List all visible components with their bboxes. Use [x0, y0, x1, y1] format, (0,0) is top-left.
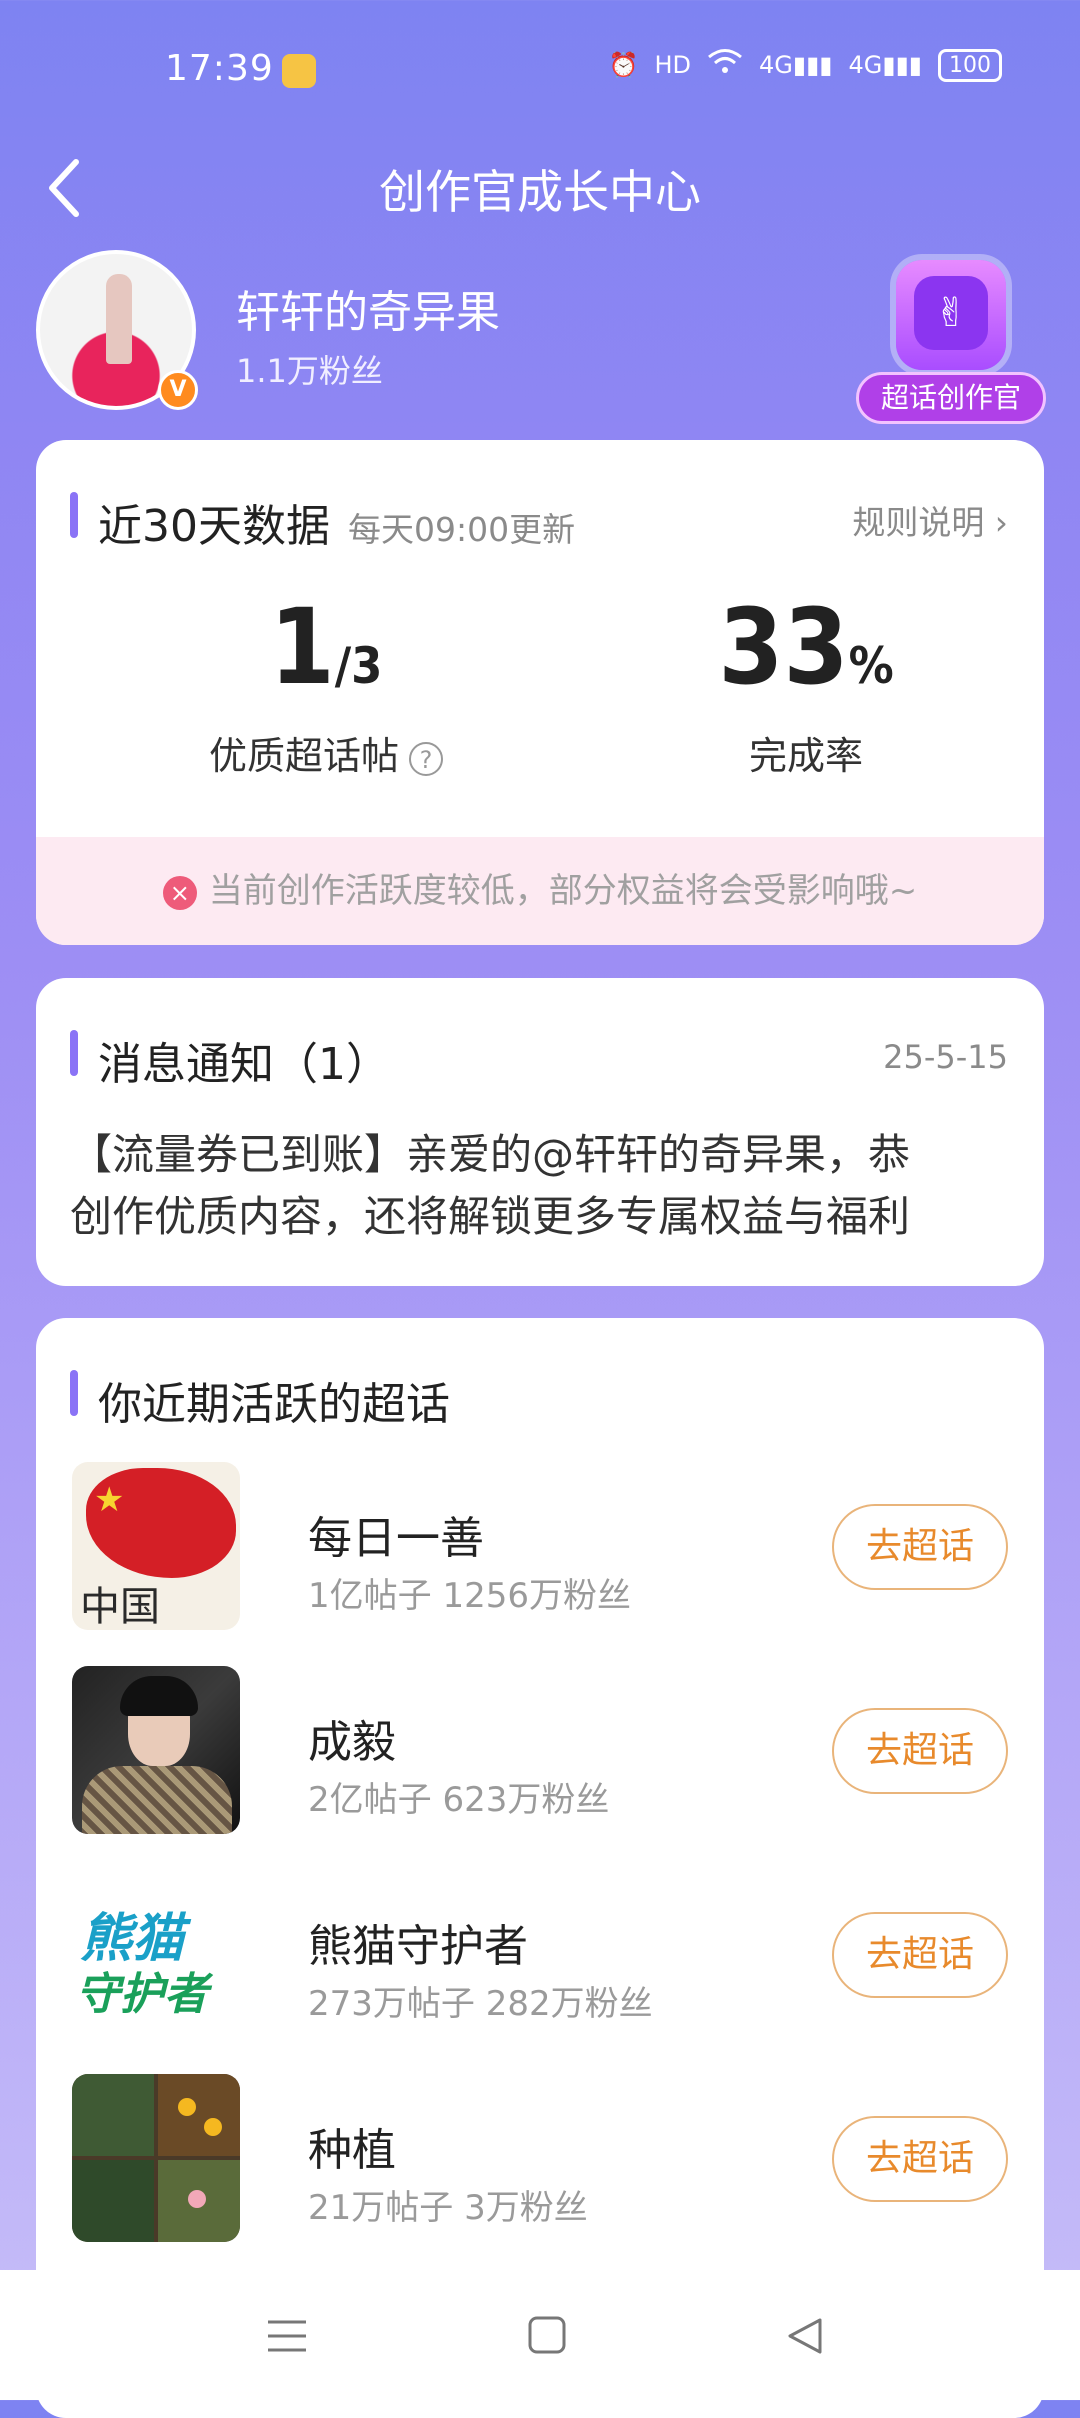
thumbnail-text: 守护者: [76, 1969, 208, 2020]
profile-header: V 轩轩的奇异果 1.1万粉丝 ✌ 超话创作官: [36, 250, 1046, 424]
stats-header: 近30天数据 每天09:00更新: [72, 490, 575, 554]
message-card[interactable]: 消息通知（1） 25-5-15 【流量券已到账】亲爱的@轩轩的奇异果，恭 创作优…: [36, 978, 1044, 1286]
status-icons: ⏰ HD 4G▮▮▮ 4G▮▮▮ 100: [609, 48, 1002, 82]
app-notification-icon: [282, 54, 316, 88]
alarm-icon: ⏰: [608, 51, 639, 79]
quality-posts-label: 优质超话帖: [208, 734, 399, 778]
help-icon[interactable]: ?: [409, 741, 443, 776]
top-navbar: 创作官成长中心: [0, 140, 1080, 240]
officer-badge-label: 超话创作官: [856, 372, 1046, 424]
hd-icon: HD: [654, 51, 691, 79]
status-time: 17:39: [165, 48, 274, 89]
back-nav-button[interactable]: [780, 2316, 830, 2356]
topic-meta: 273万帖子 282万粉丝: [308, 1984, 653, 2024]
topic-meta: 2亿帖子 623万粉丝: [308, 1780, 610, 1820]
completion-label: 完成率: [748, 734, 863, 778]
completion-unit: %: [848, 637, 894, 695]
topic-thumbnail: [72, 2074, 240, 2242]
quality-posts-value: 1: [269, 586, 335, 708]
topic-name: 每日一善: [308, 1513, 484, 1564]
4g-signal-icon: 4G▮▮▮: [848, 51, 923, 79]
page-title: 创作官成长中心: [379, 165, 701, 219]
topic-thumbnail: ★ 中国: [72, 1462, 240, 1630]
stats-title: 近30天数据: [98, 501, 330, 552]
4g-signal-icon: 4G▮▮▮: [759, 51, 833, 79]
avatar-figure: [106, 274, 132, 364]
wifi-icon: [707, 48, 743, 82]
topic-row[interactable]: 熊猫 守护者 熊猫守护者 273万帖子 282万粉丝 去超话: [72, 1870, 1008, 2040]
stats-update-time: 每天09:00更新: [348, 510, 576, 549]
thumbnail-text: 中国: [80, 1584, 160, 1630]
message-body: 【流量券已到账】亲爱的@轩轩的奇异果，恭 创作优质内容，还将解锁更多专属权益与福…: [70, 1124, 1008, 1248]
officer-badge[interactable]: ✌ 超话创作官: [856, 260, 1046, 430]
message-title: 消息通知（1）: [98, 1039, 390, 1090]
message-header: 消息通知（1）: [72, 1028, 390, 1092]
warning-text: 当前创作活跃度较低，部分权益将会受影响哦~: [208, 871, 918, 911]
message-date: 25-5-15: [883, 1038, 1008, 1076]
stats-card: 近30天数据 每天09:00更新 规则说明 › 1/3 优质超话帖? 33% 完…: [36, 440, 1044, 945]
menu-icon: [268, 2320, 306, 2352]
star-icon: ★: [94, 1480, 125, 1520]
home-nav-button[interactable]: [522, 2316, 572, 2356]
verified-badge-icon: V: [158, 370, 198, 410]
active-topics-card: 你近期活跃的超话 ★ 中国 每日一善 1亿帖子 1256万粉丝 去超话 成毅 2…: [36, 1318, 1044, 2418]
go-topic-button[interactable]: 去超话: [832, 1708, 1008, 1794]
topics-header: 你近期活跃的超话: [72, 1368, 450, 1432]
go-topic-button[interactable]: 去超话: [832, 1912, 1008, 1998]
battery-indicator: 100: [938, 48, 1002, 82]
message-line-1: 【流量券已到账】亲爱的@轩轩的奇异果，恭: [70, 1130, 911, 1179]
back-triangle-icon: [788, 2318, 822, 2354]
officer-shield-icon: ✌: [896, 260, 1006, 370]
completion-rate-stat: 33% 完成率: [606, 595, 1006, 780]
topic-meta: 1亿帖子 1256万粉丝: [308, 1576, 631, 1616]
topics-title: 你近期活跃的超话: [98, 1379, 450, 1430]
topic-thumbnail: 熊猫 守护者: [72, 1870, 240, 2038]
menu-nav-button[interactable]: [262, 2316, 312, 2356]
topic-name: 熊猫守护者: [308, 1921, 528, 1972]
fans-count: 1.1万粉丝: [236, 352, 383, 390]
system-navigation-bar: [0, 2270, 1080, 2400]
quality-posts-total: /3: [334, 637, 383, 695]
topic-thumbnail: [72, 1666, 240, 1834]
status-bar: 17:39 ⏰ HD 4G▮▮▮ 4G▮▮▮ 100: [0, 0, 1080, 140]
error-icon: ×: [162, 875, 197, 910]
topic-name: 种植: [308, 2125, 396, 2176]
hand-sign-icon: ✌: [914, 276, 988, 350]
completion-value: 33: [718, 586, 849, 708]
go-topic-button[interactable]: 去超话: [832, 2116, 1008, 2202]
topic-meta: 21万帖子 3万粉丝: [308, 2188, 588, 2228]
topic-row[interactable]: 种植 21万帖子 3万粉丝 去超话: [72, 2074, 1008, 2244]
topic-name: 成毅: [308, 1717, 396, 1768]
topic-row[interactable]: ★ 中国 每日一善 1亿帖子 1256万粉丝 去超话: [72, 1462, 1008, 1632]
home-square-icon: [528, 2316, 566, 2354]
rules-link[interactable]: 规则说明 ›: [852, 496, 1008, 544]
quality-posts-stat: 1/3 优质超话帖?: [126, 595, 526, 780]
go-topic-button[interactable]: 去超话: [832, 1504, 1008, 1590]
username[interactable]: 轩轩的奇异果: [236, 276, 500, 340]
topic-row[interactable]: 成毅 2亿帖子 623万粉丝 去超话: [72, 1666, 1008, 1836]
message-line-2: 创作优质内容，还将解锁更多专属权益与福利: [70, 1192, 911, 1241]
activity-warning: × 当前创作活跃度较低，部分权益将会受影响哦~: [36, 837, 1044, 945]
